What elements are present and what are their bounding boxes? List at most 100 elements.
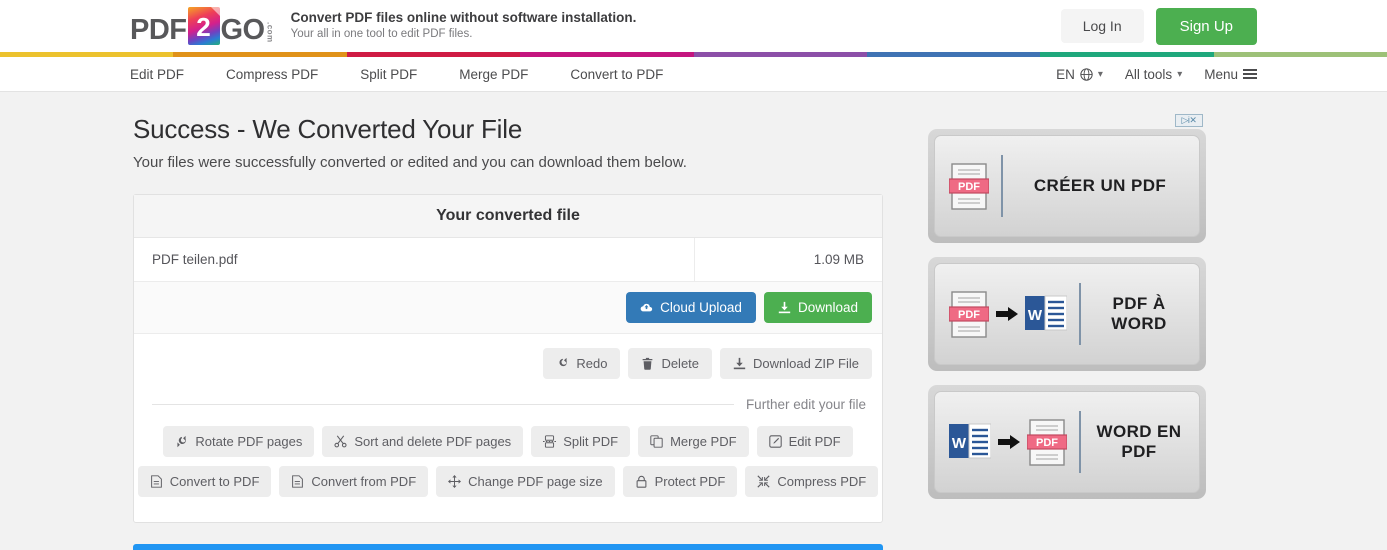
color-bar-segment-0 — [0, 52, 174, 57]
file-icon — [150, 475, 163, 488]
protect-pdf-label: Protect PDF — [654, 474, 726, 489]
ad-icon-group: W PDF — [949, 418, 1068, 466]
redo-icon — [556, 357, 569, 370]
ad-label: CRÉER UN PDF — [1033, 176, 1167, 195]
color-bar-segment-6 — [1040, 52, 1214, 57]
cloud-upload-icon — [640, 301, 653, 314]
pdf-document-icon: PDF — [948, 162, 990, 210]
nav-right-group: EN ▾ All tools ▾ Menu — [1056, 67, 1257, 82]
svg-text:W: W — [1028, 307, 1043, 324]
pdf-document-icon: PDF — [1026, 418, 1068, 466]
sort-and-delete-pdf-pages-button[interactable]: Sort and delete PDF pages — [322, 426, 524, 457]
nav-item-split-pdf[interactable]: Split PDF — [360, 67, 417, 82]
ad-label: PDF À WORD — [1111, 294, 1167, 333]
merge-pdf-label: Merge PDF — [670, 434, 737, 449]
rotate-pdf-pages-label: Rotate PDF pages — [195, 434, 303, 449]
sign-up-button[interactable]: Sign Up — [1155, 7, 1257, 45]
lock-icon — [635, 475, 648, 488]
nav-item-merge-pdf[interactable]: Merge PDF — [459, 67, 528, 82]
page-body: Success - We Converted Your File Your fi… — [0, 92, 1387, 550]
main-nav: Edit PDF Compress PDF Split PDF Merge PD… — [0, 57, 1387, 92]
download-button[interactable]: Download — [763, 292, 872, 323]
convert-to-pdf-label: Convert to PDF — [169, 474, 260, 489]
ad-icon-group: PDF — [948, 162, 990, 210]
ad-card-creer-un-pdf[interactable]: PDF CRÉER UN PDF — [928, 129, 1206, 243]
logo[interactable]: PDF 2 GO .com — [130, 7, 275, 45]
adchoices-icon[interactable]: ▷i✕ — [1175, 114, 1203, 127]
redo-button[interactable]: Redo — [543, 348, 621, 379]
site-header: PDF 2 GO .com Convert PDF files online w… — [0, 0, 1387, 52]
nav-item-convert-to-pdf[interactable]: Convert to PDF — [570, 67, 663, 82]
logo-square: 2 — [187, 7, 220, 45]
convert-to-pdf-button[interactable]: Convert to PDF — [137, 466, 272, 497]
further-edit-divider: Further edit your file — [152, 397, 866, 412]
converted-file-card: Your converted file PDF teilen.pdf 1.09 … — [133, 194, 883, 523]
download-alert: If the download does not start in a coup… — [133, 544, 883, 550]
brand-color-bar — [0, 52, 1387, 57]
compress-pdf-label: Compress PDF — [777, 474, 867, 489]
cloud-upload-label: Cloud Upload — [660, 300, 742, 315]
color-bar-segment-7 — [1213, 52, 1387, 57]
ad-divider — [1079, 411, 1081, 473]
compress-pdf-button[interactable]: Compress PDF — [745, 466, 879, 497]
ad-icon-group: PDF W — [948, 290, 1068, 338]
pen-square-icon — [768, 435, 782, 448]
chevron-down-icon: ▾ — [1097, 68, 1103, 80]
file-size: 1.09 MB — [813, 252, 864, 267]
page-subtitle: Your files were successfully converted o… — [133, 154, 687, 171]
log-in-button[interactable]: Log In — [1060, 9, 1144, 43]
arrow-right-icon — [996, 305, 1018, 323]
color-bar-segment-4 — [693, 52, 867, 57]
edit-pdf-button[interactable]: Edit PDF — [756, 426, 853, 457]
change-pdf-page-size-button[interactable]: Change PDF page size — [436, 466, 615, 497]
nav-item-compress-pdf[interactable]: Compress PDF — [226, 67, 318, 82]
nav-item-edit-pdf[interactable]: Edit PDF — [130, 67, 184, 82]
ad-divider — [1001, 155, 1003, 217]
menu-label: Menu — [1204, 66, 1238, 82]
word-document-icon: W — [949, 422, 992, 462]
redo-label: Redo — [576, 356, 608, 371]
arrows-alt-icon — [448, 475, 462, 488]
ad-card-pdf-a-word[interactable]: PDF W PDF À WORD — [928, 257, 1206, 371]
download-zip-button[interactable]: Download ZIP File — [720, 348, 872, 379]
color-bar-segment-2 — [346, 52, 521, 57]
rotate-pdf-pages-button[interactable]: Rotate PDF pages — [163, 426, 315, 457]
ad-label: WORD EN PDF — [1096, 422, 1182, 461]
ad-inner: W PDF WORD EN PDF — [934, 391, 1200, 493]
pdf-document-icon: PDF — [948, 290, 990, 338]
file-actions-row: Redo Delete Download ZIP File — [144, 348, 872, 379]
delete-button[interactable]: Delete — [628, 348, 713, 379]
chevron-down-icon: ▾ — [1177, 68, 1183, 80]
tagline-sub: Your all in one tool to edit PDF files. — [290, 28, 473, 41]
arrow-right-icon — [998, 433, 1020, 451]
svg-text:PDF: PDF — [958, 181, 980, 193]
convert-from-pdf-button[interactable]: Convert from PDF — [279, 466, 429, 497]
language-selector[interactable]: EN ▾ — [1056, 67, 1103, 82]
divider-line — [152, 404, 734, 405]
all-tools-menu[interactable]: All tools ▾ — [1125, 67, 1182, 82]
split-pdf-button[interactable]: Split PDF — [531, 426, 631, 457]
page-title: Success - We Converted Your File — [133, 114, 523, 144]
ad-card-word-en-pdf[interactable]: W PDF WORD EN PDF — [928, 385, 1206, 499]
logo-text-pdf: PDF — [130, 14, 187, 46]
copy-icon — [650, 435, 663, 448]
protect-pdf-button[interactable]: Protect PDF — [622, 466, 738, 497]
cloud-upload-button[interactable]: Cloud Upload — [626, 292, 756, 323]
tagline-main: Convert PDF files online without softwar… — [290, 10, 637, 26]
logo-square-digit: 2 — [196, 12, 211, 42]
rotate-icon — [175, 435, 188, 448]
download-label: Download — [797, 300, 858, 315]
change-pdf-page-size-label: Change PDF page size — [468, 474, 603, 489]
logo-text-go: GO — [220, 14, 266, 46]
logo-dotcom: .com — [265, 22, 275, 43]
menu-button[interactable]: Menu — [1204, 67, 1257, 82]
svg-text:PDF: PDF — [958, 309, 980, 321]
edit-pdf-label: Edit PDF — [788, 434, 841, 449]
trash-icon — [641, 357, 654, 370]
main-column: Success - We Converted Your File Your fi… — [133, 114, 883, 550]
all-tools-label: All tools — [1124, 66, 1173, 82]
ad-inner: PDF W PDF À WORD — [934, 263, 1200, 365]
color-bar-segment-5 — [866, 52, 1041, 57]
scissors-icon — [334, 435, 347, 448]
merge-pdf-button[interactable]: Merge PDF — [638, 426, 749, 457]
